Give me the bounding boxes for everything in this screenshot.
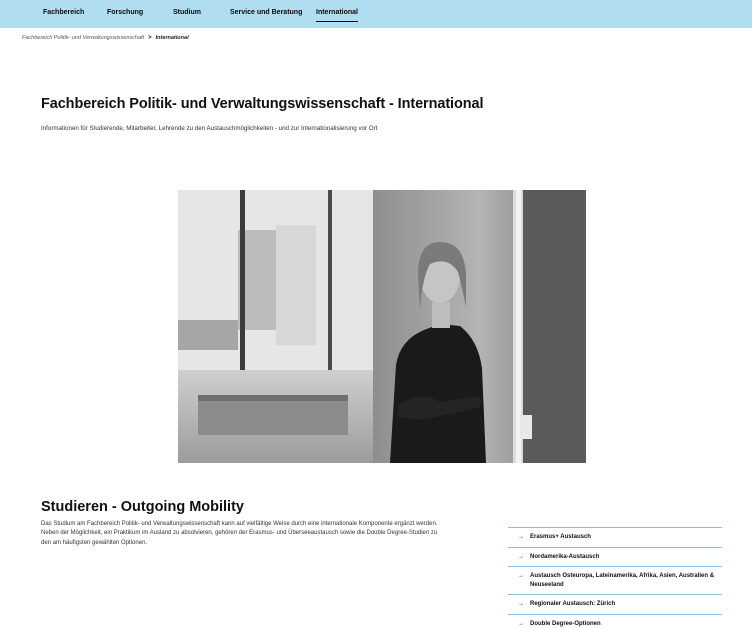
link-regionaler-austausch-zuerich[interactable]: → Regionaler Austausch: Zürich [508,595,722,615]
link-austausch-osteuropa[interactable]: → Austausch Osteuropa, Lateinamerika, Af… [508,567,722,595]
nav-item-service-und-beratung[interactable]: Service und Beratung [230,9,302,16]
breadcrumb: Fachbereich Politik- und Verwaltungswiss… [22,35,189,41]
hero-image [178,190,586,463]
arrow-right-icon: → [518,620,524,627]
link-label: Regionaler Austausch: Zürich [530,601,616,607]
arrow-right-icon: → [518,601,524,607]
link-label: Nordamerika-Austausch [530,553,600,560]
page-title: Fachbereich Politik- und Verwaltungswiss… [41,96,484,112]
nav-item-forschung[interactable]: Forschung [107,9,143,16]
link-label: Erasmus+ Austausch [530,534,591,540]
link-double-degree-optionen[interactable]: → Double Degree-Optionen [508,615,722,628]
arrow-right-icon: → [518,534,524,540]
section-text-outgoing: Das Studium am Fachbereich Politik- und … [41,521,438,546]
link-nordamerika-austausch[interactable]: → Nordamerika-Austausch [508,548,722,567]
nav-item-studium[interactable]: Studium [173,9,201,16]
section-title-outgoing: Studieren - Outgoing Mobility [41,499,244,515]
link-erasmus-austausch[interactable]: → Erasmus+ Austausch [508,527,722,548]
breadcrumb-parent-link[interactable]: Fachbereich Politik- und Verwaltungswiss… [22,35,144,41]
breadcrumb-current: International [155,35,189,41]
nav-item-fachbereich[interactable]: Fachbereich [43,9,84,16]
breadcrumb-chevron-icon: > [148,35,152,41]
arrow-right-icon: → [518,553,524,560]
arrow-right-icon: → [518,573,524,579]
top-navigation: Fachbereich Forschung Studium Service un… [0,0,752,28]
page-intro: Informationen für Studierende, Mitarbeit… [41,125,378,132]
nav-item-international[interactable]: International [316,9,359,22]
outgoing-link-list: → Erasmus+ Austausch → Nordamerika-Austa… [508,527,722,628]
link-label: Austausch Osteuropa, Lateinamerika, Afri… [530,573,715,588]
link-label: Double Degree-Optionen [530,620,601,627]
